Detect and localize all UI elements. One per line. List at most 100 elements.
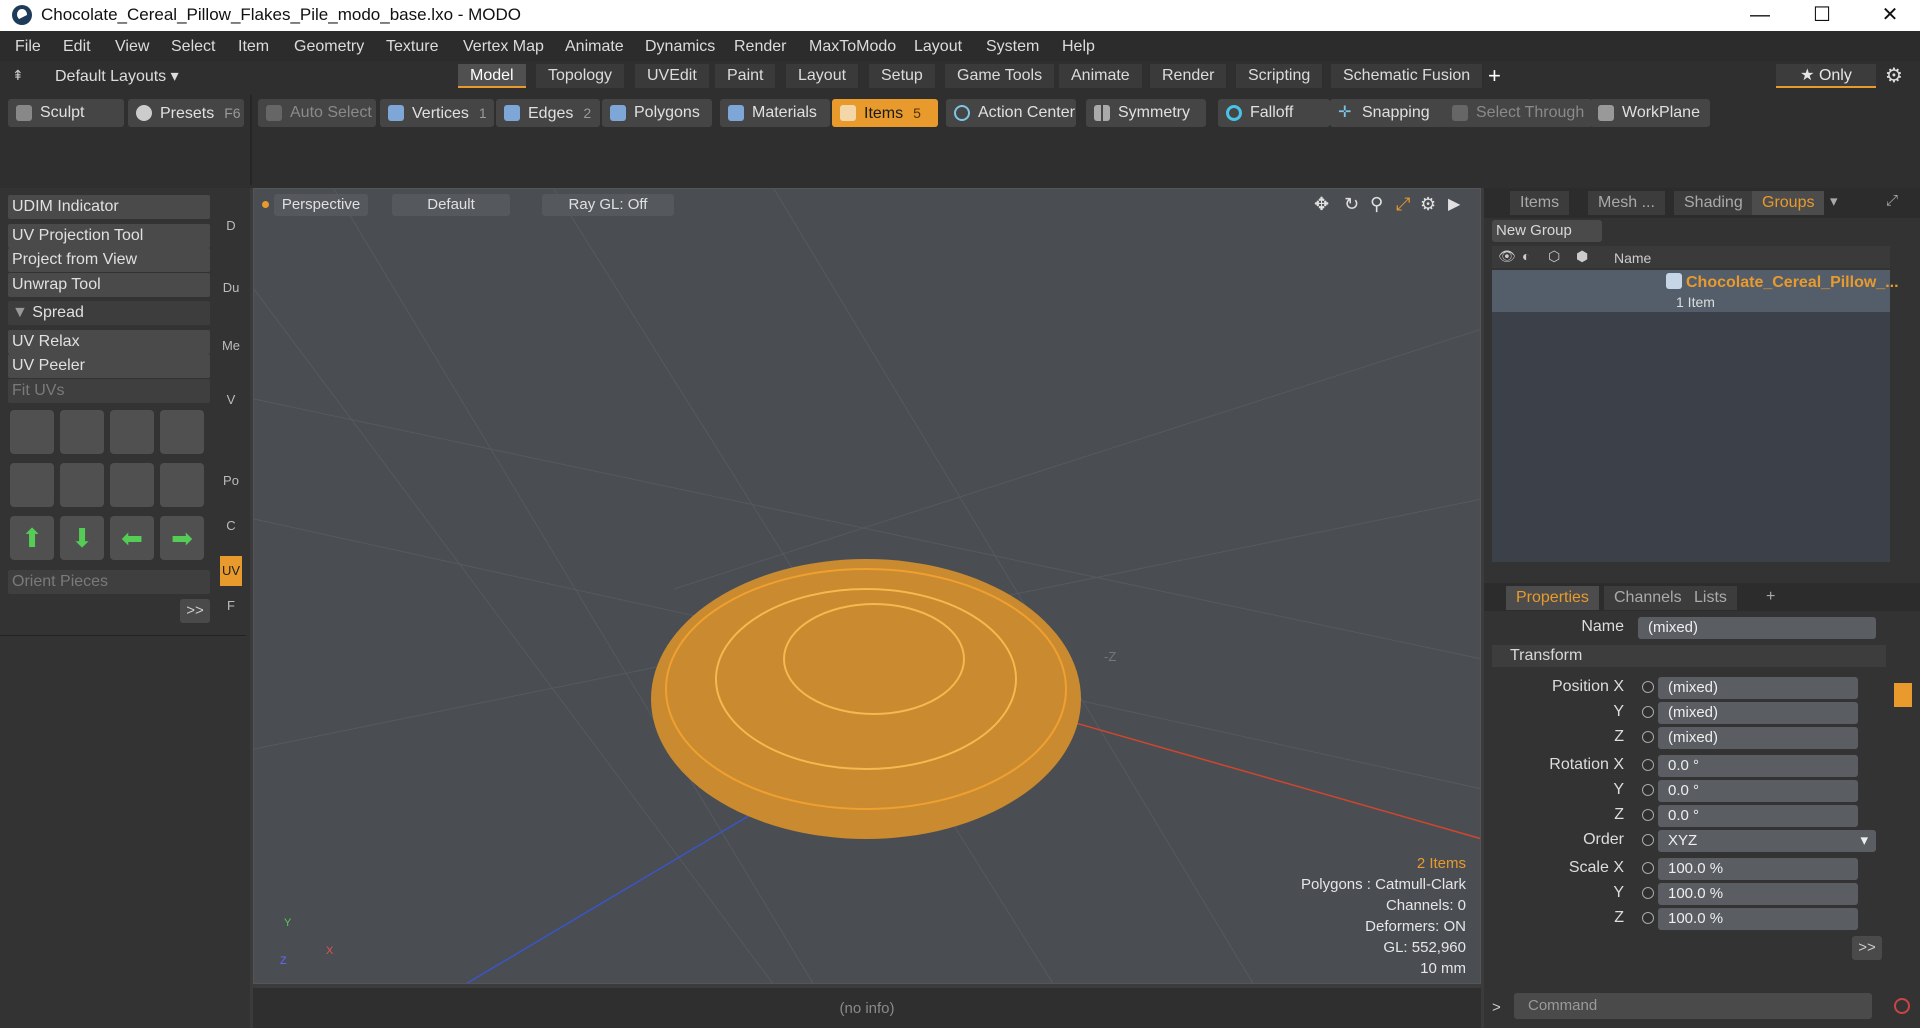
uv-pyramid-icon[interactable] — [110, 463, 154, 507]
align-up-icon[interactable]: ⬆ — [10, 516, 54, 560]
vertices-button[interactable]: Vertices 1 — [380, 99, 494, 127]
perspective-dropdown[interactable]: Perspective — [274, 194, 368, 216]
vtab-po[interactable]: Po — [220, 473, 242, 488]
minimize-button[interactable]: — — [1732, 0, 1788, 31]
vtab-v[interactable]: V — [220, 392, 242, 407]
viewport-expand-icon[interactable]: ▶ — [1448, 194, 1460, 214]
uv-cylinder-icon[interactable] — [60, 410, 104, 454]
menu-view[interactable]: View — [115, 38, 149, 56]
pan-icon[interactable]: ✥ — [1314, 194, 1329, 215]
tab-properties[interactable]: Properties — [1506, 586, 1599, 610]
uv-move-icon[interactable] — [110, 410, 154, 454]
layouts-dropdown[interactable]: Default Layouts ▾ — [55, 66, 179, 86]
rotation-x-field[interactable]: 0.0 ° — [1658, 755, 1858, 777]
tabs-dropdown-icon[interactable]: ▾ — [1830, 192, 1838, 210]
tab-shading[interactable]: Shading — [1674, 191, 1753, 215]
visibility-eye-icon[interactable]: 👁 — [1498, 248, 1516, 265]
orient-pieces-button[interactable]: Orient Pieces — [8, 570, 210, 594]
vtab-uv[interactable]: UV — [220, 556, 242, 586]
menu-animate[interactable]: Animate — [565, 38, 624, 56]
more-button[interactable]: >> — [180, 599, 210, 623]
symmetry-button[interactable]: Symmetry — [1086, 99, 1206, 127]
scale-z-radio[interactable] — [1642, 912, 1654, 924]
falloff-button[interactable]: Falloff — [1218, 99, 1330, 127]
tab-uvedit[interactable]: UVEdit — [635, 64, 709, 88]
tab-layout[interactable]: Layout — [786, 64, 859, 88]
tab-groups[interactable]: Groups — [1752, 191, 1825, 215]
menu-geometry[interactable]: Geometry — [294, 38, 364, 56]
uv-axis-icon[interactable] — [10, 410, 54, 454]
only-toggle[interactable]: ★ Only — [1776, 64, 1876, 88]
tab-channels[interactable]: Channels — [1604, 586, 1692, 610]
presets-button[interactable]: Presets F6 — [128, 99, 244, 127]
scale-x-radio[interactable] — [1642, 862, 1654, 874]
sculpt-button[interactable]: Sculpt — [8, 99, 124, 127]
position-x-radio[interactable] — [1642, 681, 1654, 693]
uv-projection-tool-button[interactable]: UV Projection Tool — [8, 224, 210, 248]
select-through-button[interactable]: Select Through — [1444, 99, 1592, 127]
menu-help[interactable]: Help — [1062, 38, 1095, 56]
shading-dropdown[interactable]: Default — [392, 194, 510, 216]
layout-menu-icon[interactable]: ⇞ — [12, 67, 28, 83]
position-y-radio[interactable] — [1642, 706, 1654, 718]
raygl-toggle[interactable]: Ray GL: Off — [542, 194, 674, 216]
render-icon[interactable]: ◐ — [1522, 248, 1530, 264]
add-tab-button[interactable]: + — [1766, 588, 1775, 606]
align-left-icon[interactable]: ⬅ — [110, 516, 154, 560]
tab-model[interactable]: Model — [458, 64, 526, 88]
snapping-button[interactable]: ✛ Snapping — [1330, 99, 1448, 127]
tab-schematic-fusion[interactable]: Schematic Fusion — [1331, 64, 1483, 88]
uv-grid-icon[interactable] — [160, 463, 204, 507]
vtab-d[interactable]: D — [220, 218, 242, 233]
workplane-button[interactable]: WorkPlane — [1590, 99, 1710, 127]
project-from-view-button[interactable]: Project from View — [8, 248, 210, 272]
close-button[interactable]: ✕ — [1862, 0, 1918, 31]
viewport-settings-icon[interactable]: ⚙ — [1420, 194, 1436, 215]
group-name[interactable]: Chocolate_Cereal_Pillow_... — [1686, 274, 1899, 292]
fit-view-icon[interactable]: ⤢ — [1396, 194, 1410, 215]
vtab-f[interactable]: F — [220, 598, 242, 613]
menu-render[interactable]: Render — [734, 38, 786, 56]
tab-render[interactable]: Render — [1150, 64, 1227, 88]
select-icon[interactable]: ⬢ — [1576, 248, 1588, 265]
order-dropdown[interactable]: XYZ ▾ — [1658, 830, 1876, 852]
vtab-c[interactable]: C — [220, 518, 242, 533]
order-radio[interactable] — [1642, 834, 1654, 846]
uv-box-icon[interactable] — [160, 410, 204, 454]
menu-select[interactable]: Select — [171, 38, 215, 56]
scale-y-radio[interactable] — [1642, 887, 1654, 899]
tab-setup[interactable]: Setup — [869, 64, 935, 88]
menu-dynamics[interactable]: Dynamics — [645, 38, 715, 56]
unwrap-tool-button[interactable]: Unwrap Tool — [8, 273, 210, 297]
auto-select-button[interactable]: Auto Select — [258, 99, 376, 127]
tab-paint[interactable]: Paint — [715, 64, 776, 88]
tab-animate[interactable]: Animate — [1059, 64, 1142, 88]
uv-plane-icon[interactable] — [60, 463, 104, 507]
spread-section[interactable]: ▼ Spread — [8, 301, 210, 325]
tab-lists[interactable]: Lists — [1684, 586, 1737, 610]
rotation-z-field[interactable]: 0.0 ° — [1658, 805, 1858, 827]
uv-relax-button[interactable]: UV Relax — [8, 330, 210, 354]
action-center-button[interactable]: Action Center — [946, 99, 1076, 127]
menu-texture[interactable]: Texture — [386, 38, 438, 56]
menu-layout[interactable]: Layout — [914, 38, 962, 56]
rotation-x-radio[interactable] — [1642, 759, 1654, 771]
menu-vertex-map[interactable]: Vertex Map — [463, 38, 544, 56]
new-group-button[interactable]: New Group — [1492, 220, 1602, 242]
record-icon[interactable] — [1894, 998, 1910, 1014]
menu-file[interactable]: File — [15, 38, 41, 56]
add-tab-button[interactable]: + — [1488, 63, 1501, 89]
vtab-me[interactable]: Me — [220, 338, 242, 353]
vtab-du[interactable]: Du — [220, 280, 242, 295]
udim-indicator-button[interactable]: UDIM Indicator — [8, 195, 210, 219]
rotation-z-radio[interactable] — [1642, 809, 1654, 821]
position-z-radio[interactable] — [1642, 731, 1654, 743]
zoom-icon[interactable]: ⚲ — [1370, 194, 1383, 215]
materials-button[interactable]: Materials — [720, 99, 830, 127]
3d-viewport[interactable]: Perspective Default Ray GL: Off ✥ ↻ ⚲ ⤢ … — [253, 188, 1481, 984]
tab-topology[interactable]: Topology — [536, 64, 625, 88]
tab-game-tools[interactable]: Game Tools — [945, 64, 1055, 88]
command-input[interactable]: Command — [1514, 993, 1872, 1019]
menu-system[interactable]: System — [986, 38, 1039, 56]
tab-mesh[interactable]: Mesh ... — [1588, 191, 1665, 215]
